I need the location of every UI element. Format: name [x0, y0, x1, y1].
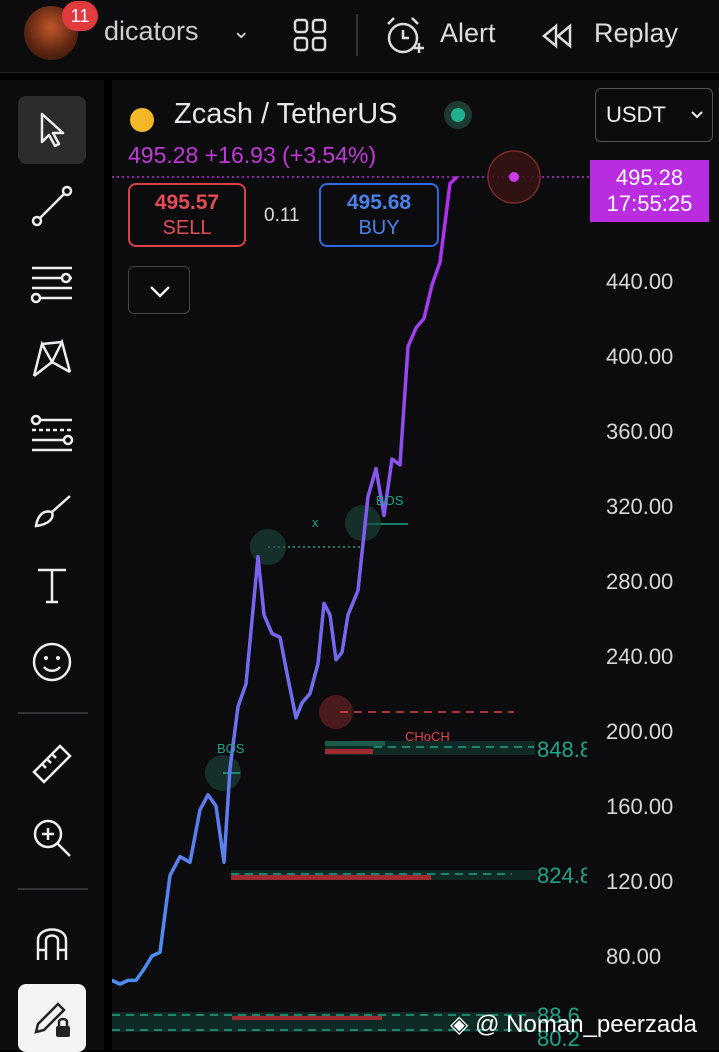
order-block-bottom-red — [232, 1016, 382, 1020]
smiley-icon — [32, 642, 72, 682]
trend-line-icon — [31, 185, 73, 227]
currency-value: USDT — [606, 102, 666, 127]
spread-value: 0.11 — [264, 205, 300, 226]
axis-tick-label: 320.00 — [606, 494, 674, 519]
axis-tick-label: 80.00 — [606, 944, 662, 969]
alert-button[interactable]: Alert — [440, 18, 496, 49]
order-block-824-red — [231, 875, 431, 880]
bar-countdown: 17:55:25 — [606, 191, 693, 216]
pattern-icon — [32, 338, 72, 377]
x-mark-label: x — [312, 515, 319, 530]
axis-tick-label: 240.00 — [606, 644, 674, 669]
text-icon — [38, 568, 66, 604]
ruler-icon — [32, 744, 72, 784]
zoom-tool[interactable] — [18, 804, 86, 872]
buy-label: BUY — [358, 217, 400, 239]
cursor-arrow-icon — [40, 112, 65, 148]
axis-tick-label: 160.00 — [606, 794, 674, 819]
axis-tick-label: 440.00 — [606, 269, 674, 294]
sidebar-divider — [18, 888, 88, 890]
bos-left-label: BOS — [217, 741, 245, 756]
indicators-button[interactable]: dicators — [104, 16, 199, 47]
sell-label: SELL — [162, 217, 212, 239]
top-toolbar: 11 dicators ⌄ Alert Replay — [0, 0, 719, 73]
emoji-tool[interactable] — [18, 628, 86, 696]
axis-tick-label: 120.00 — [606, 869, 674, 894]
zcash-logo-icon — [130, 108, 154, 132]
text-tool[interactable] — [18, 552, 86, 620]
order-block-848-red — [325, 749, 373, 754]
level-824-label: 824.8 — [537, 863, 587, 888]
axis-tick-label: 280.00 — [606, 569, 674, 594]
price-change-value: +16.93 — [204, 142, 276, 168]
watermark-text: @ Noman_peerzada — [475, 1011, 697, 1038]
buy-button[interactable]: 495.68 BUY — [319, 183, 439, 247]
layout-grid-icon[interactable] — [293, 18, 327, 52]
axis-tick-label: 360.00 — [606, 419, 674, 444]
axis-tick-label: 400.00 — [606, 344, 674, 369]
lock-drawings-tool[interactable] — [18, 984, 86, 1052]
magnet-icon — [36, 928, 68, 960]
chevron-down-icon — [691, 111, 703, 119]
sell-price: 495.57 — [154, 191, 220, 214]
swing-high-marker — [250, 529, 286, 565]
buy-price: 495.68 — [346, 191, 412, 214]
choch-label: CHoCH — [405, 729, 450, 744]
binance-logo-icon: ◈ — [450, 1011, 469, 1038]
market-status-icon[interactable] — [436, 100, 476, 130]
horizontal-lines-icon — [30, 266, 72, 304]
drawing-toolbar — [0, 80, 104, 1052]
collapse-button[interactable] — [128, 266, 190, 314]
price-change-percent: (+3.54%) — [282, 142, 377, 168]
trend-line-tool[interactable] — [18, 172, 86, 240]
brush-tool[interactable] — [18, 476, 86, 544]
projection-tool[interactable] — [18, 400, 86, 468]
chevron-down-icon[interactable]: ⌄ — [232, 18, 250, 44]
axis-last-price: 495.28 — [615, 165, 684, 190]
sell-button[interactable]: 495.57 SELL — [128, 183, 246, 247]
price-change-line: 495.28 +16.93 (+3.54%) — [128, 142, 376, 169]
brush-icon — [34, 495, 71, 528]
magnet-tool[interactable] — [18, 908, 86, 976]
bos-top-label: BOS — [376, 493, 404, 508]
last-price-axis-label: 495.28 17:55:25 — [590, 160, 709, 222]
zoom-in-icon — [33, 819, 71, 857]
chevron-down-icon — [150, 286, 170, 298]
alarm-clock-icon[interactable] — [382, 14, 426, 58]
cursor-tool[interactable] — [18, 96, 86, 164]
pencil-lock-icon — [34, 1002, 70, 1037]
pattern-tool[interactable] — [18, 324, 86, 392]
last-price-value: 495.28 — [128, 142, 199, 168]
order-block-848-green — [325, 741, 385, 746]
symbol-title[interactable]: Zcash / TetherUS — [174, 98, 398, 131]
last-price-dot — [509, 172, 519, 182]
currency-select[interactable]: USDT — [595, 88, 713, 142]
level-848-label: 848.8 — [537, 737, 587, 762]
measure-tool[interactable] — [18, 730, 86, 798]
replay-button[interactable]: Replay — [594, 18, 678, 49]
notification-badge: 11 — [62, 1, 98, 31]
fib-lines-tool[interactable] — [18, 248, 86, 316]
projection-icon — [30, 414, 74, 452]
replay-icon[interactable] — [542, 22, 576, 50]
toolbar-divider — [356, 14, 358, 56]
axis-tick-label: 200.00 — [606, 719, 674, 744]
watermark: ◈ @ Noman_peerzada — [450, 1010, 697, 1039]
sidebar-divider — [18, 712, 88, 714]
